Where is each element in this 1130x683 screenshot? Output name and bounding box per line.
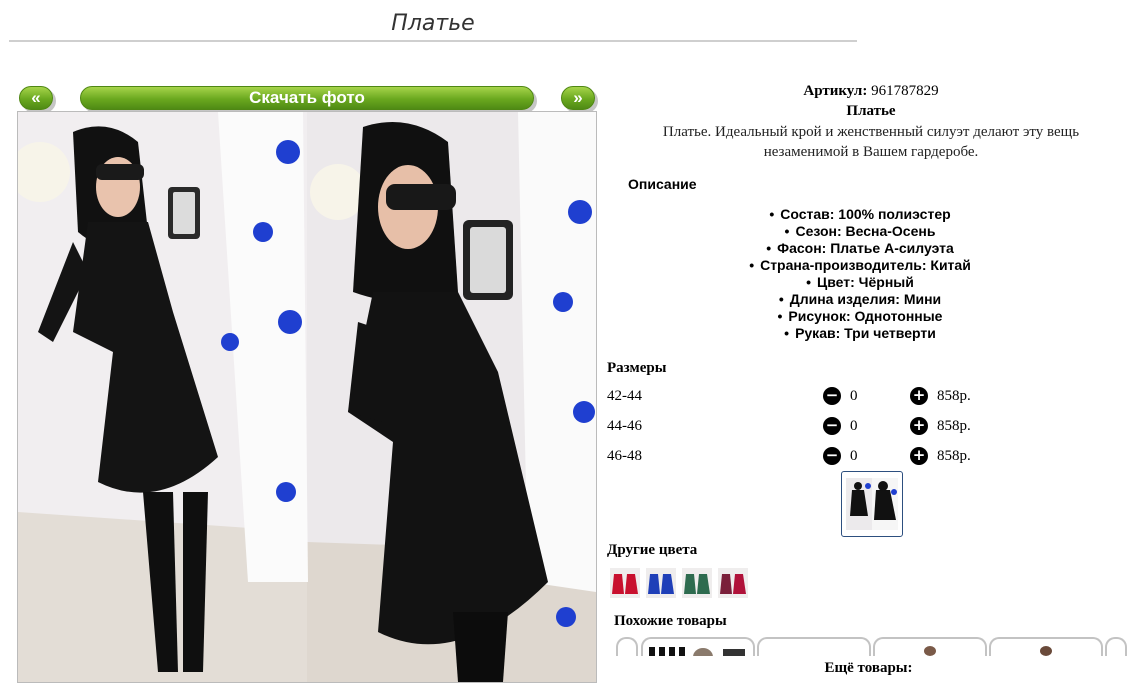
property-item: Цвет: Чёрный <box>607 274 1113 291</box>
quantity-value: 0 <box>850 418 858 434</box>
prev-photo-button[interactable]: « <box>19 86 53 110</box>
color-swatch[interactable] <box>682 568 712 598</box>
size-row: 44-46 − 0 + 858р. <box>607 415 1027 437</box>
sizes-heading: Размеры <box>607 360 667 376</box>
similar-products-heading: Похожие товары <box>614 613 727 629</box>
color-swatch[interactable] <box>646 568 676 598</box>
product-description: Платье. Идеальный крой и женственный сил… <box>662 124 1080 160</box>
product-name: Платье <box>846 103 896 119</box>
sku-label: Артикул: <box>803 83 868 99</box>
size-row: 42-44 − 0 + 858р. <box>607 385 1027 407</box>
quantity-value: 0 <box>850 388 858 404</box>
photo-thumbnail[interactable] <box>841 471 903 537</box>
minus-circle-icon[interactable]: − <box>823 387 841 405</box>
description-heading: Описание <box>628 176 697 192</box>
color-swatch[interactable] <box>718 568 748 598</box>
property-item: Фасон: Платье А-силуэта <box>607 240 1113 257</box>
more-products-link[interactable]: Ещё товары: <box>607 656 1130 681</box>
sku-line: Артикул: 961787829 <box>607 83 1130 100</box>
size-row: 46-48 − 0 + 858р. <box>607 445 1027 467</box>
other-colors-heading: Другие цвета <box>607 542 698 558</box>
size-price: 858р. <box>937 448 971 464</box>
next-photo-button[interactable]: » <box>561 86 595 110</box>
sku-value: 961787829 <box>871 83 939 99</box>
size-price: 858р. <box>937 418 971 434</box>
size-label: 44-46 <box>607 418 642 434</box>
color-swatch[interactable] <box>610 568 640 598</box>
property-item: Страна-производитель: Китай <box>607 257 1113 274</box>
download-photo-button[interactable]: Скачать фото <box>80 86 534 110</box>
property-item: Рисунок: Однотонные <box>607 308 1113 325</box>
plus-circle-icon[interactable]: + <box>910 447 928 465</box>
page-title: Платье <box>9 8 857 42</box>
product-photo <box>17 111 597 683</box>
property-item: Длина изделия: Мини <box>607 291 1113 308</box>
swatch-dress <box>612 574 624 594</box>
minus-circle-icon[interactable]: − <box>823 447 841 465</box>
property-list: Состав: 100% полиэстер Сезон: Весна-Осен… <box>607 206 1113 342</box>
quantity-value: 0 <box>850 448 858 464</box>
plus-circle-icon[interactable]: + <box>910 417 928 435</box>
size-label: 46-48 <box>607 448 642 464</box>
property-item: Состав: 100% полиэстер <box>607 206 1113 223</box>
plus-circle-icon[interactable]: + <box>910 387 928 405</box>
minus-circle-icon[interactable]: − <box>823 417 841 435</box>
size-price: 858р. <box>937 388 971 404</box>
size-label: 42-44 <box>607 388 642 404</box>
property-item: Сезон: Весна-Осень <box>607 223 1113 240</box>
property-item: Рукав: Три четверти <box>607 325 1113 342</box>
